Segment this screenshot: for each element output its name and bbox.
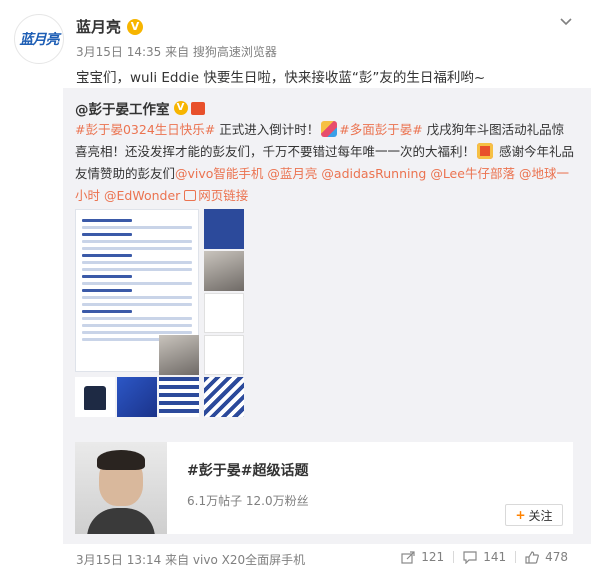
grid-image[interactable] (159, 377, 199, 417)
post-text: 宝宝们，wuli Eddie 快要生日啦，快来接收蓝“彭”友的生日福利哟~ (76, 70, 486, 86)
like-button[interactable]: 478 (516, 550, 577, 564)
follow-label: 关注 (528, 508, 553, 523)
thumbs-up-icon (525, 550, 540, 564)
comment-icon (463, 550, 477, 564)
grid-image[interactable] (204, 335, 244, 375)
post-meta: 3月15日 14:35 来自 搜狗高速浏览器 (76, 45, 277, 59)
author-avatar[interactable]: 蓝月亮 (14, 14, 64, 64)
grid-image[interactable] (204, 293, 244, 333)
verified-icon: V (127, 18, 144, 35)
super-topic-card[interactable]: #彭于晏#超级话题 6.1万帖子 12.0万粉丝 + 关注 (75, 442, 573, 534)
web-link-label: 网页链接 (198, 188, 249, 203)
chevron-down-icon[interactable] (559, 14, 573, 28)
hashtag-link[interactable]: #彭于晏0324生日快乐# (75, 122, 215, 137)
party-emoji-icon (321, 121, 338, 137)
grid-image[interactable] (117, 377, 157, 417)
follow-button[interactable]: + 关注 (505, 504, 563, 526)
hashtag-link[interactable]: #多面彭于晏# (339, 122, 422, 137)
comment-count: 141 (483, 550, 507, 564)
share-button[interactable]: 121 (392, 550, 453, 564)
plus-icon: + (515, 508, 526, 522)
grid-image[interactable] (75, 377, 115, 417)
grid-image[interactable] (204, 377, 244, 417)
text-segment: 正式进入倒计时！ (215, 122, 320, 137)
topic-title[interactable]: #彭于晏#超级话题 (187, 460, 308, 480)
retweet-text: #彭于晏0324生日快乐# 正式进入倒计时！ #多面彭于晏# 戊戌狗年斗图活动礼品… (75, 119, 575, 207)
grid-image[interactable] (159, 335, 199, 375)
gift-emoji-icon (477, 143, 494, 159)
retweet-author-row: @彭于晏工作室 V (75, 98, 205, 118)
weibo-post: 蓝月亮 蓝月亮 V 3月15日 14:35 来自 搜狗高速浏览器 宝宝们，wul… (0, 0, 591, 578)
grid-image[interactable] (204, 209, 244, 249)
mention-link[interactable]: @蓝月亮 (267, 166, 317, 181)
web-link[interactable]: 网页链接 (180, 188, 248, 203)
comment-button[interactable]: 141 (454, 550, 515, 564)
retweet-block: @彭于晏工作室 V #彭于晏0324生日快乐# 正式进入倒计时！ #多面彭于晏# … (63, 88, 591, 544)
gift-badge-icon (190, 101, 205, 115)
share-count: 121 (421, 550, 445, 564)
retweet-meta: 3月15日 13:14 来自 vivo X20全面屏手机 (76, 553, 306, 567)
link-icon (184, 190, 197, 201)
retweet-author[interactable]: @彭于晏工作室 (75, 98, 170, 118)
verified-icon: V (173, 101, 188, 115)
topic-image (75, 442, 167, 534)
like-count: 478 (545, 550, 568, 564)
mention-link[interactable]: @adidasRunning (321, 166, 426, 181)
mention-link[interactable]: @EdWonder (104, 188, 180, 203)
action-bar: 121 141 478 (392, 550, 577, 564)
brand-logo: 蓝月亮 (19, 32, 60, 48)
topic-stats: 6.1万帖子 12.0万粉丝 (187, 494, 309, 508)
author-name[interactable]: 蓝月亮 (76, 16, 121, 37)
mention-link[interactable]: @Lee牛仔部落 (430, 166, 515, 181)
share-icon (401, 550, 415, 564)
mention-link[interactable]: @vivo智能手机 (175, 166, 263, 181)
author-name-row: 蓝月亮 V (76, 16, 144, 37)
grid-image[interactable] (204, 251, 244, 291)
